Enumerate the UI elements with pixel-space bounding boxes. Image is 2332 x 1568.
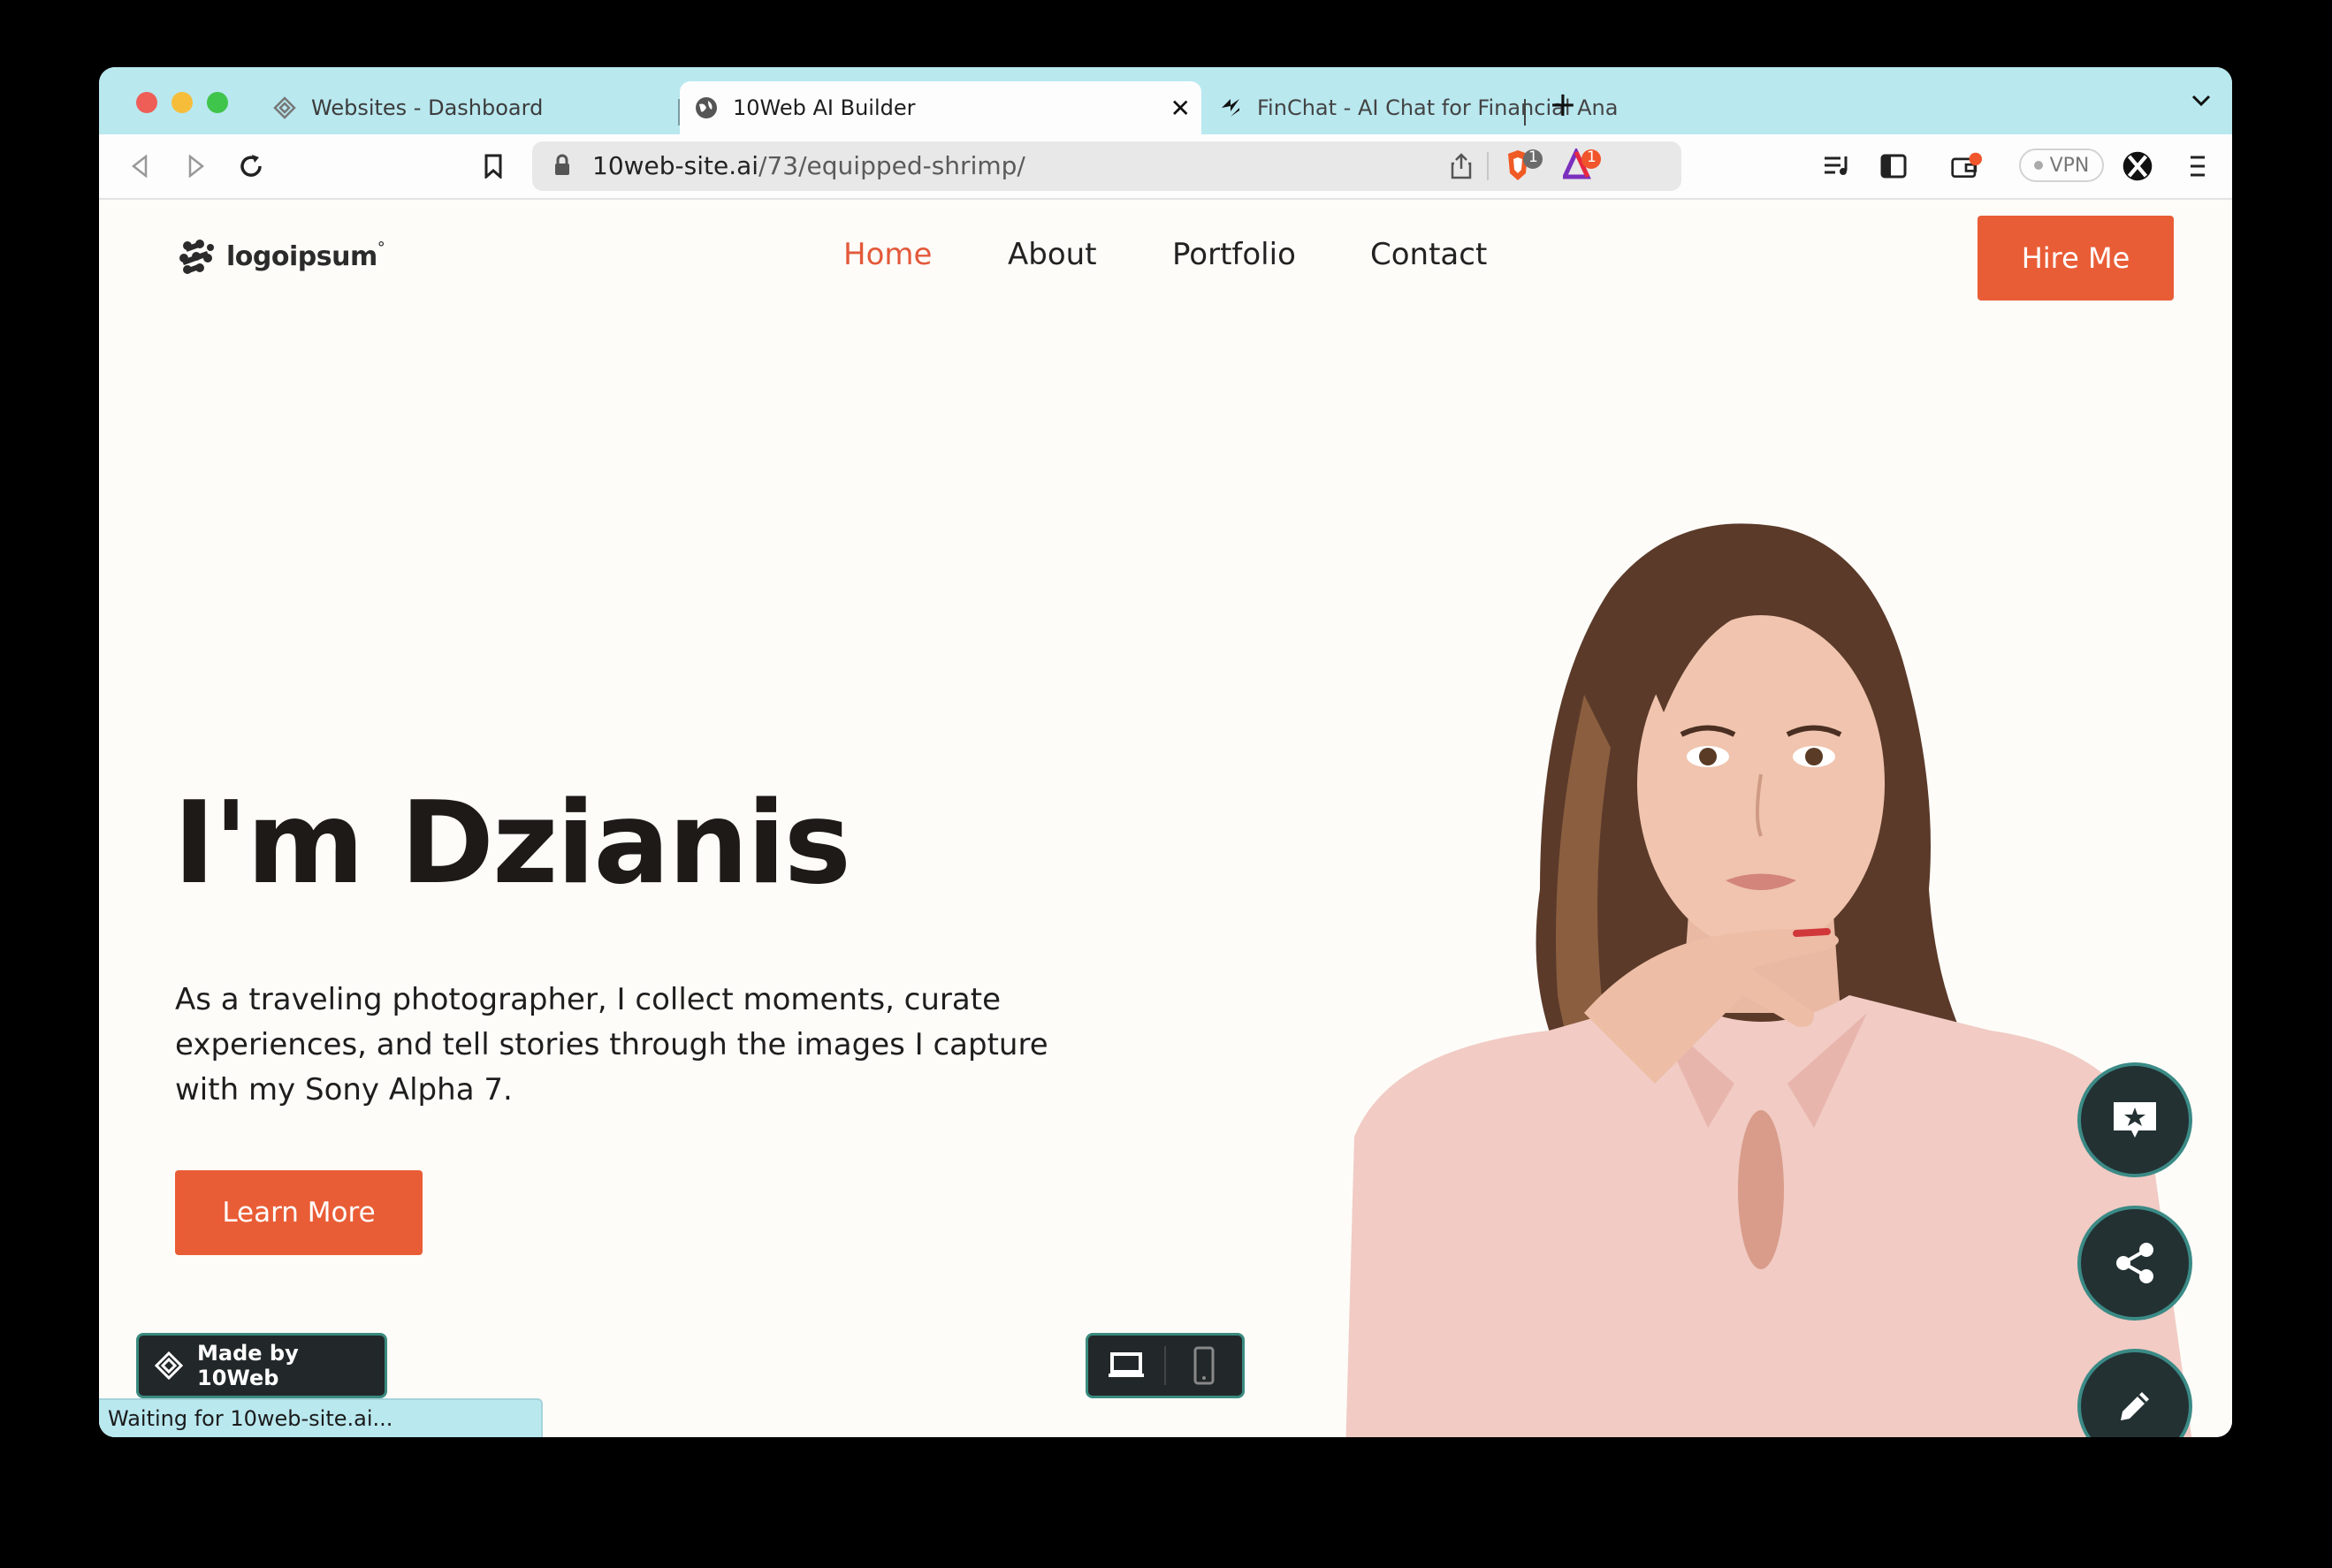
tab-10web-ai-builder[interactable]: 10Web AI Builder ✕ <box>680 81 1201 134</box>
close-window-button[interactable] <box>136 92 157 113</box>
vpn-status-dot <box>2033 161 2043 170</box>
site-logo[interactable]: logoipsum ° <box>177 237 385 276</box>
nav-about[interactable]: About <box>1008 237 1097 272</box>
tab-strip: Websites - Dashboard 10Web AI Builder ✕ … <box>99 67 2232 134</box>
tab-list-chevron-icon[interactable] <box>2191 94 2211 110</box>
wallet-icon[interactable] <box>1950 150 1982 182</box>
status-bar: Waiting for 10web-site.ai... <box>99 1398 543 1437</box>
forward-icon[interactable] <box>180 150 212 182</box>
share-icon[interactable] <box>1450 153 1473 183</box>
minimize-window-button[interactable] <box>171 92 193 113</box>
sidebar-toggle-icon[interactable] <box>1878 150 1909 182</box>
lock-icon <box>553 154 571 180</box>
vpn-button[interactable]: VPN <box>2019 148 2104 182</box>
brave-rewards-icon[interactable]: 1 <box>1561 147 1602 189</box>
brave-shields-icon[interactable]: 1 <box>1505 148 1543 189</box>
mobile-phone-icon <box>1193 1346 1215 1385</box>
hero-title: I'm Dzianis <box>173 778 851 910</box>
share-button[interactable] <box>2077 1206 2192 1321</box>
bookmark-icon[interactable] <box>477 150 509 182</box>
new-tab-button[interactable]: + <box>1549 88 1577 121</box>
hero-portrait-image <box>1345 523 2192 1437</box>
hero-description: As a traveling photographer, I collect m… <box>175 982 1048 1107</box>
back-icon[interactable] <box>124 150 156 182</box>
device-preview-toggle <box>1086 1333 1245 1398</box>
playlist-icon[interactable] <box>1821 150 1853 182</box>
globe-icon <box>694 95 719 120</box>
logoipsum-mark-icon <box>179 240 214 274</box>
share-nodes-icon <box>2116 1243 2153 1283</box>
hire-me-button[interactable]: Hire Me <box>1978 216 2174 301</box>
learn-more-button[interactable]: Learn More <box>175 1170 423 1255</box>
nav-contact[interactable]: Contact <box>1370 237 1487 272</box>
favorite-feedback-button[interactable] <box>2077 1062 2192 1177</box>
star-message-icon <box>2114 1102 2156 1138</box>
laptop-icon <box>1109 1352 1144 1377</box>
menu-icon[interactable] <box>2182 150 2214 182</box>
tab-separator <box>1524 99 1526 126</box>
finchat-logo-icon <box>1218 95 1243 120</box>
tenweb-diamond-icon <box>272 95 297 120</box>
made-by-10web-badge[interactable]: Made by 10Web <box>136 1333 387 1398</box>
web-page: logoipsum ° Home About Portfolio Contact … <box>99 200 2232 1437</box>
url-text: 10web-site.ai/73/equipped-shrimp/ <box>592 151 1025 180</box>
nav-portfolio[interactable]: Portfolio <box>1172 237 1296 272</box>
tab-websites-dashboard[interactable]: Websites - Dashboard <box>258 81 612 134</box>
urlbar-divider <box>1487 152 1489 180</box>
reload-icon[interactable] <box>235 150 267 182</box>
mobile-view-button[interactable] <box>1166 1336 1242 1396</box>
close-tab-icon[interactable]: ✕ <box>1170 94 1191 123</box>
browser-window: Websites - Dashboard 10Web AI Builder ✕ … <box>99 67 2232 1437</box>
address-bar[interactable]: 10web-site.ai/73/equipped-shrimp/ 1 1 <box>532 141 1681 191</box>
desktop-view-button[interactable] <box>1088 1336 1164 1396</box>
browser-toolbar: 10web-site.ai/73/equipped-shrimp/ 1 1 VP <box>99 134 2232 200</box>
maximize-window-button[interactable] <box>207 92 228 113</box>
pencil-icon <box>2121 1392 2149 1420</box>
tenweb-logo-icon <box>155 1351 183 1380</box>
extension-icon[interactable] <box>2122 150 2153 182</box>
nav-home[interactable]: Home <box>843 237 932 272</box>
